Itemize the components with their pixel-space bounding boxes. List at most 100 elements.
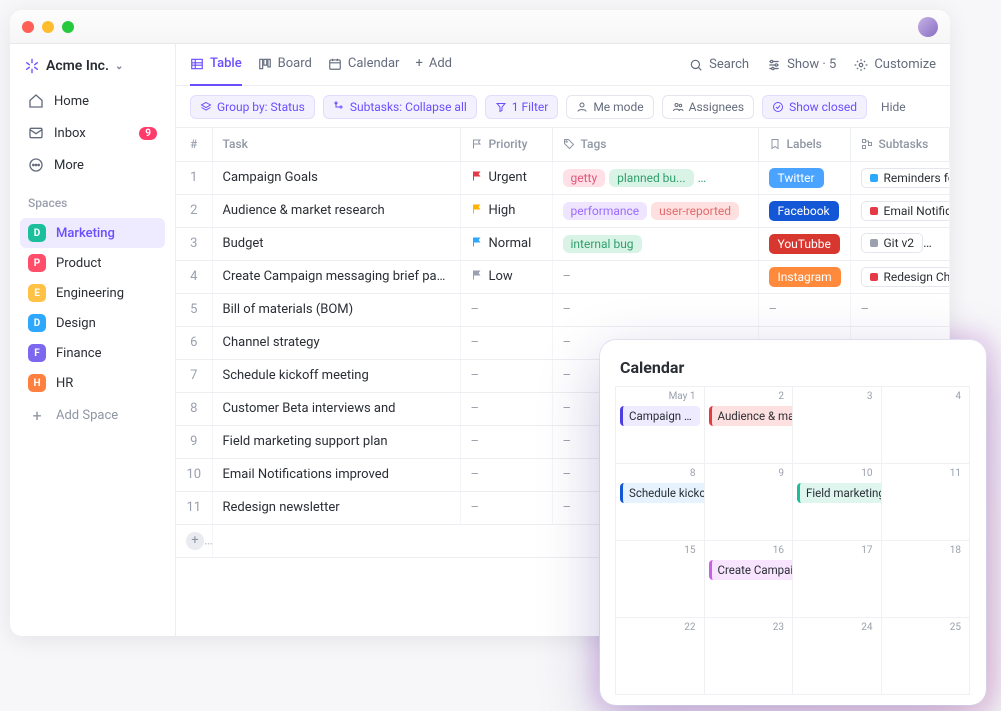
calendar-event[interactable]: Audience & market research bbox=[709, 406, 794, 426]
avatar[interactable] bbox=[918, 17, 938, 37]
priority-cell[interactable]: – bbox=[460, 359, 552, 392]
calendar-event[interactable]: Create Campaign messaging brief page bbox=[709, 560, 794, 580]
nav-home[interactable]: Home bbox=[20, 86, 165, 116]
chip-subtasks[interactable]: Subtasks: Collapse all bbox=[323, 95, 477, 119]
nav-more[interactable]: More bbox=[20, 150, 165, 180]
col-labels[interactable]: Labels bbox=[758, 128, 850, 161]
calendar-event[interactable]: Field marketing support bbox=[797, 483, 882, 503]
add-view-button[interactable]: + Add bbox=[415, 44, 452, 86]
task-name[interactable]: Redesign newsletter bbox=[212, 491, 460, 524]
sidebar-item-product[interactable]: PProduct bbox=[20, 248, 165, 278]
calendar-cell[interactable]: 4 bbox=[881, 386, 971, 464]
task-name[interactable]: Create Campaign messaging brief page bbox=[212, 260, 460, 293]
calendar-cell[interactable]: 2Audience & market research bbox=[704, 386, 794, 464]
table-row[interactable]: 1 Campaign Goals Urgent gettyplanned bu.… bbox=[176, 161, 950, 194]
chip-assignees[interactable]: Assignees bbox=[662, 95, 754, 119]
task-name[interactable]: Audience & market research bbox=[212, 194, 460, 227]
calendar-cell[interactable]: 8Schedule kickoff meeting bbox=[615, 463, 705, 541]
tags-cell[interactable]: internal bug bbox=[552, 227, 758, 260]
subtasks-cell[interactable]: Email Notificat bbox=[850, 194, 950, 227]
calendar-cell[interactable]: 9 bbox=[704, 463, 794, 541]
priority-cell[interactable]: Low bbox=[460, 260, 552, 293]
priority-cell[interactable]: – bbox=[460, 458, 552, 491]
priority-cell[interactable]: Normal bbox=[460, 227, 552, 260]
table-row[interactable]: 2 Audience & market research High perfor… bbox=[176, 194, 950, 227]
col-tags[interactable]: Tags bbox=[552, 128, 758, 161]
sidebar-item-hr[interactable]: HHR bbox=[20, 368, 165, 398]
labels-cell[interactable]: Facebook bbox=[758, 194, 850, 227]
show-button[interactable]: Show · 5 bbox=[767, 57, 836, 72]
tags-cell[interactable]: – bbox=[552, 260, 758, 293]
task-name[interactable]: Budget bbox=[212, 227, 460, 260]
task-name[interactable]: Schedule kickoff meeting bbox=[212, 359, 460, 392]
calendar-cell[interactable]: 16Create Campaign messaging brief page bbox=[704, 540, 794, 618]
priority-cell[interactable]: – bbox=[460, 293, 552, 326]
table-row[interactable]: 4 Create Campaign messaging brief page L… bbox=[176, 260, 950, 293]
tab-table[interactable]: Table bbox=[190, 44, 242, 86]
subtasks-cell[interactable]: Git v2+ bbox=[850, 227, 950, 260]
subtasks-cell[interactable]: Redesign Chro bbox=[850, 260, 950, 293]
priority-cell[interactable]: High bbox=[460, 194, 552, 227]
calendar-cell[interactable]: May 1Campaign Goals bbox=[615, 386, 705, 464]
subtasks-cell[interactable]: Reminders for bbox=[850, 161, 950, 194]
calendar-cell[interactable]: 24 bbox=[792, 617, 882, 695]
col-priority[interactable]: Priority bbox=[460, 128, 552, 161]
chip-hide[interactable]: Hide bbox=[875, 96, 915, 118]
sidebar-item-marketing[interactable]: DMarketing bbox=[20, 218, 165, 248]
calendar-cell[interactable]: 15 bbox=[615, 540, 705, 618]
sidebar-item-design[interactable]: DDesign bbox=[20, 308, 165, 338]
chip-filter[interactable]: 1 Filter bbox=[485, 95, 559, 119]
calendar-cell[interactable]: 22 bbox=[615, 617, 705, 695]
calendar-cell[interactable]: 17 bbox=[792, 540, 882, 618]
calendar-event[interactable]: Campaign Goals bbox=[620, 406, 700, 426]
tags-cell[interactable]: performanceuser-reported bbox=[552, 194, 758, 227]
minimize-window-icon[interactable] bbox=[42, 21, 54, 33]
task-name[interactable]: Channel strategy bbox=[212, 326, 460, 359]
calendar-cell[interactable]: 3 bbox=[792, 386, 882, 464]
subtasks-cell[interactable]: – bbox=[850, 293, 950, 326]
search-button[interactable]: Search bbox=[689, 57, 749, 72]
task-name[interactable]: Customer Beta interviews and bbox=[212, 392, 460, 425]
workspace-switcher[interactable]: Acme Inc. ⌄ bbox=[20, 52, 165, 84]
table-row[interactable]: 3 Budget Normal internal bug YouTubbe Gi… bbox=[176, 227, 950, 260]
calendar-cell[interactable]: 23 bbox=[704, 617, 794, 695]
tags-cell[interactable]: – bbox=[552, 293, 758, 326]
priority-cell[interactable]: Urgent bbox=[460, 161, 552, 194]
sidebar-item-engineering[interactable]: EEngineering bbox=[20, 278, 165, 308]
priority-cell[interactable]: – bbox=[460, 491, 552, 524]
calendar-cell[interactable]: 18 bbox=[881, 540, 971, 618]
labels-cell[interactable]: Twitter bbox=[758, 161, 850, 194]
calendar-cell[interactable]: 25 bbox=[881, 617, 971, 695]
task-name[interactable]: Campaign Goals bbox=[212, 161, 460, 194]
customize-button[interactable]: Customize bbox=[854, 57, 936, 72]
close-window-icon[interactable] bbox=[22, 21, 34, 33]
add-space-button[interactable]: + Add Space bbox=[20, 400, 165, 430]
maximize-window-icon[interactable] bbox=[62, 21, 74, 33]
priority-cell[interactable]: – bbox=[460, 326, 552, 359]
col-num[interactable]: # bbox=[176, 128, 212, 161]
nav-inbox[interactable]: Inbox 9 bbox=[20, 118, 165, 148]
table-row[interactable]: 5 Bill of materials (BOM) – – – – bbox=[176, 293, 950, 326]
tab-calendar[interactable]: Calendar bbox=[328, 44, 400, 86]
sidebar-item-finance[interactable]: FFinance bbox=[20, 338, 165, 368]
tags-cell[interactable]: gettyplanned bu...webflow bbox=[552, 161, 758, 194]
space-label: Product bbox=[56, 256, 101, 271]
calendar-cell[interactable]: 11 bbox=[881, 463, 971, 541]
row-num: 2 bbox=[176, 194, 212, 227]
task-name[interactable]: Bill of materials (BOM) bbox=[212, 293, 460, 326]
labels-cell[interactable]: Instagram bbox=[758, 260, 850, 293]
task-name[interactable]: Field marketing support plan bbox=[212, 425, 460, 458]
chip-me-mode[interactable]: Me mode bbox=[566, 95, 653, 119]
chip-group-by[interactable]: Group by: Status bbox=[190, 95, 315, 119]
chip-show-closed[interactable]: Show closed bbox=[762, 95, 867, 119]
priority-cell[interactable]: – bbox=[460, 425, 552, 458]
col-task[interactable]: Task bbox=[212, 128, 460, 161]
task-name[interactable]: Email Notifications improved bbox=[212, 458, 460, 491]
priority-cell[interactable]: – bbox=[460, 392, 552, 425]
tab-board[interactable]: Board bbox=[258, 44, 312, 86]
col-subtasks[interactable]: Subtasks bbox=[850, 128, 950, 161]
labels-cell[interactable]: – bbox=[758, 293, 850, 326]
calendar-event[interactable]: Schedule kickoff meeting bbox=[620, 483, 705, 503]
labels-cell[interactable]: YouTubbe bbox=[758, 227, 850, 260]
calendar-cell[interactable]: 10Field marketing support bbox=[792, 463, 882, 541]
